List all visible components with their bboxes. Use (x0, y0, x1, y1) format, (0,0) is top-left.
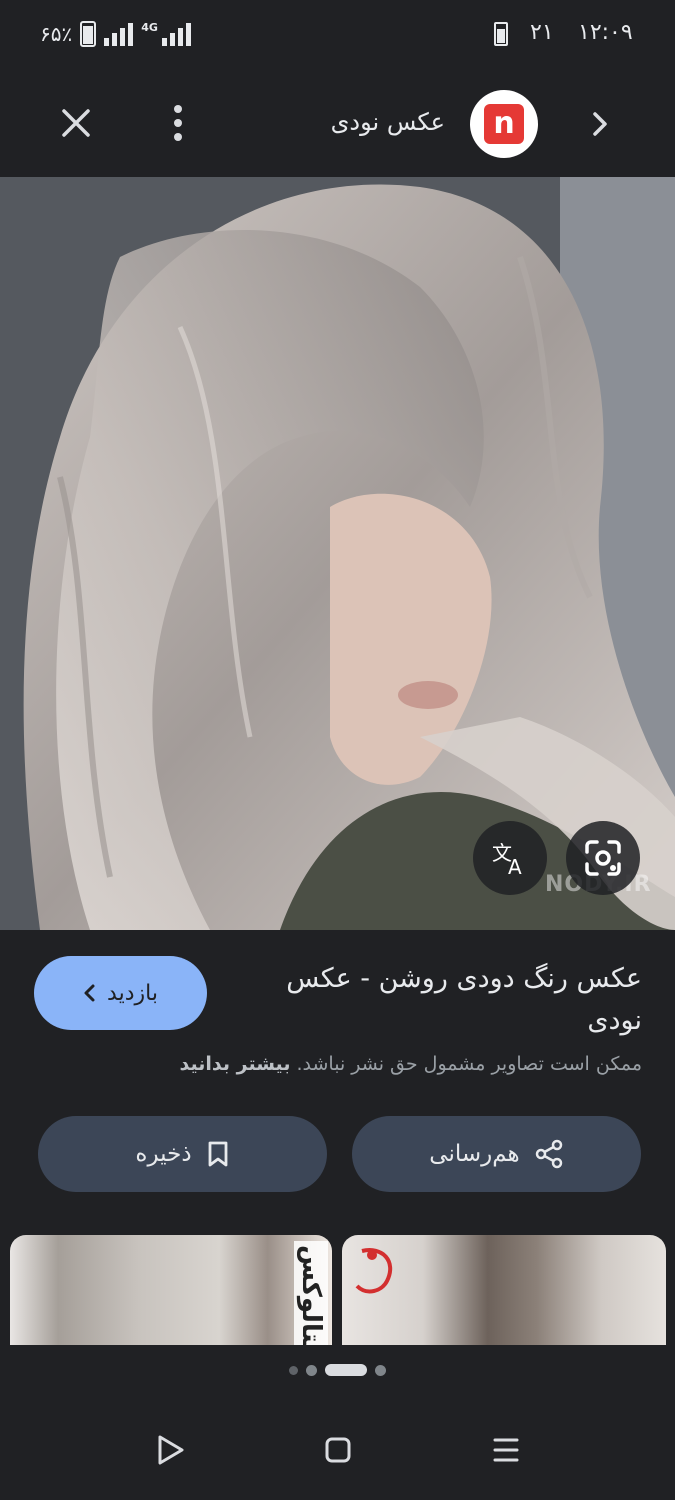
signal-4g-icon (161, 22, 191, 46)
main-image[interactable]: NODY.IR 文 A (0, 177, 675, 930)
visit-button[interactable]: بازدید (34, 956, 207, 1030)
translate-button[interactable]: 文 A (473, 821, 547, 895)
share-label: هم‌رسانی (429, 1141, 520, 1167)
play-back-icon (158, 1435, 184, 1465)
app-bar: عکس نودی n (0, 70, 675, 177)
battery-percent: ۶۵٪ (40, 22, 73, 46)
copyright-text: ممکن است تصاویر مشمول حق نشر نباشد. (296, 1053, 643, 1075)
notification-count: ۲۱ (530, 20, 554, 45)
signal-icon (104, 22, 134, 46)
network-type: 4G (141, 20, 158, 34)
site-logo-letter: n (484, 104, 524, 144)
lens-search-icon (585, 840, 621, 876)
more-options-button[interactable] (160, 103, 196, 143)
learn-more-link[interactable]: بیشتر بدانید (180, 1053, 291, 1075)
chevron-right-icon (593, 112, 607, 136)
page-dot[interactable] (375, 1364, 386, 1376)
recents-nav-button[interactable] (488, 1432, 524, 1468)
status-right-group: ۶۵٪ 4G (40, 18, 191, 50)
forward-button[interactable] (585, 106, 615, 142)
page-dot[interactable] (306, 1364, 317, 1376)
status-bar: ۶۵٪ 4G ۲۱ ۱۲:۰۹ (0, 0, 675, 70)
back-nav-button[interactable] (152, 1432, 188, 1468)
related-thumbnail[interactable] (342, 1235, 666, 1345)
bookmark-icon (208, 1141, 227, 1167)
page-dot-active[interactable] (325, 1364, 367, 1376)
save-label: ذخیره (135, 1141, 192, 1167)
recents-lines-icon (493, 1438, 519, 1462)
clock: ۱۲:۰۹ (578, 20, 633, 45)
svg-text:A: A (508, 855, 522, 878)
more-vert-icon (174, 105, 182, 141)
site-logo[interactable]: n (470, 90, 538, 158)
copyright-notice: ممکن است تصاویر مشمول حق نشر نباشد. بیشت… (100, 1053, 642, 1075)
site-title[interactable]: عکس نودی (300, 108, 445, 136)
save-button[interactable]: ذخیره (38, 1116, 327, 1192)
home-square-icon (325, 1437, 351, 1463)
share-icon (535, 1139, 562, 1169)
thumbnail-logo (355, 1248, 393, 1294)
thumbnail-caption: ویتالوکس (294, 1241, 328, 1345)
lens-search-button[interactable] (566, 821, 640, 895)
chevron-left-icon (84, 984, 95, 1002)
close-icon (62, 109, 90, 137)
page-dot[interactable] (289, 1365, 298, 1375)
close-button[interactable] (56, 103, 96, 143)
battery-icon (80, 21, 97, 47)
pagination-dots (0, 1364, 675, 1376)
share-button[interactable]: هم‌رسانی (352, 1116, 641, 1192)
notification-battery-icon (494, 22, 508, 46)
navigation-bar (0, 1400, 675, 1500)
visit-label: بازدید (107, 980, 158, 1006)
hair-photo (0, 177, 675, 930)
related-thumbnail[interactable]: ویتالوکس (10, 1235, 332, 1345)
home-nav-button[interactable] (320, 1432, 356, 1468)
translate-icon: 文 A (492, 841, 522, 878)
result-title[interactable]: عکس رنگ دودی روشن - عکس نودی (240, 958, 642, 1042)
